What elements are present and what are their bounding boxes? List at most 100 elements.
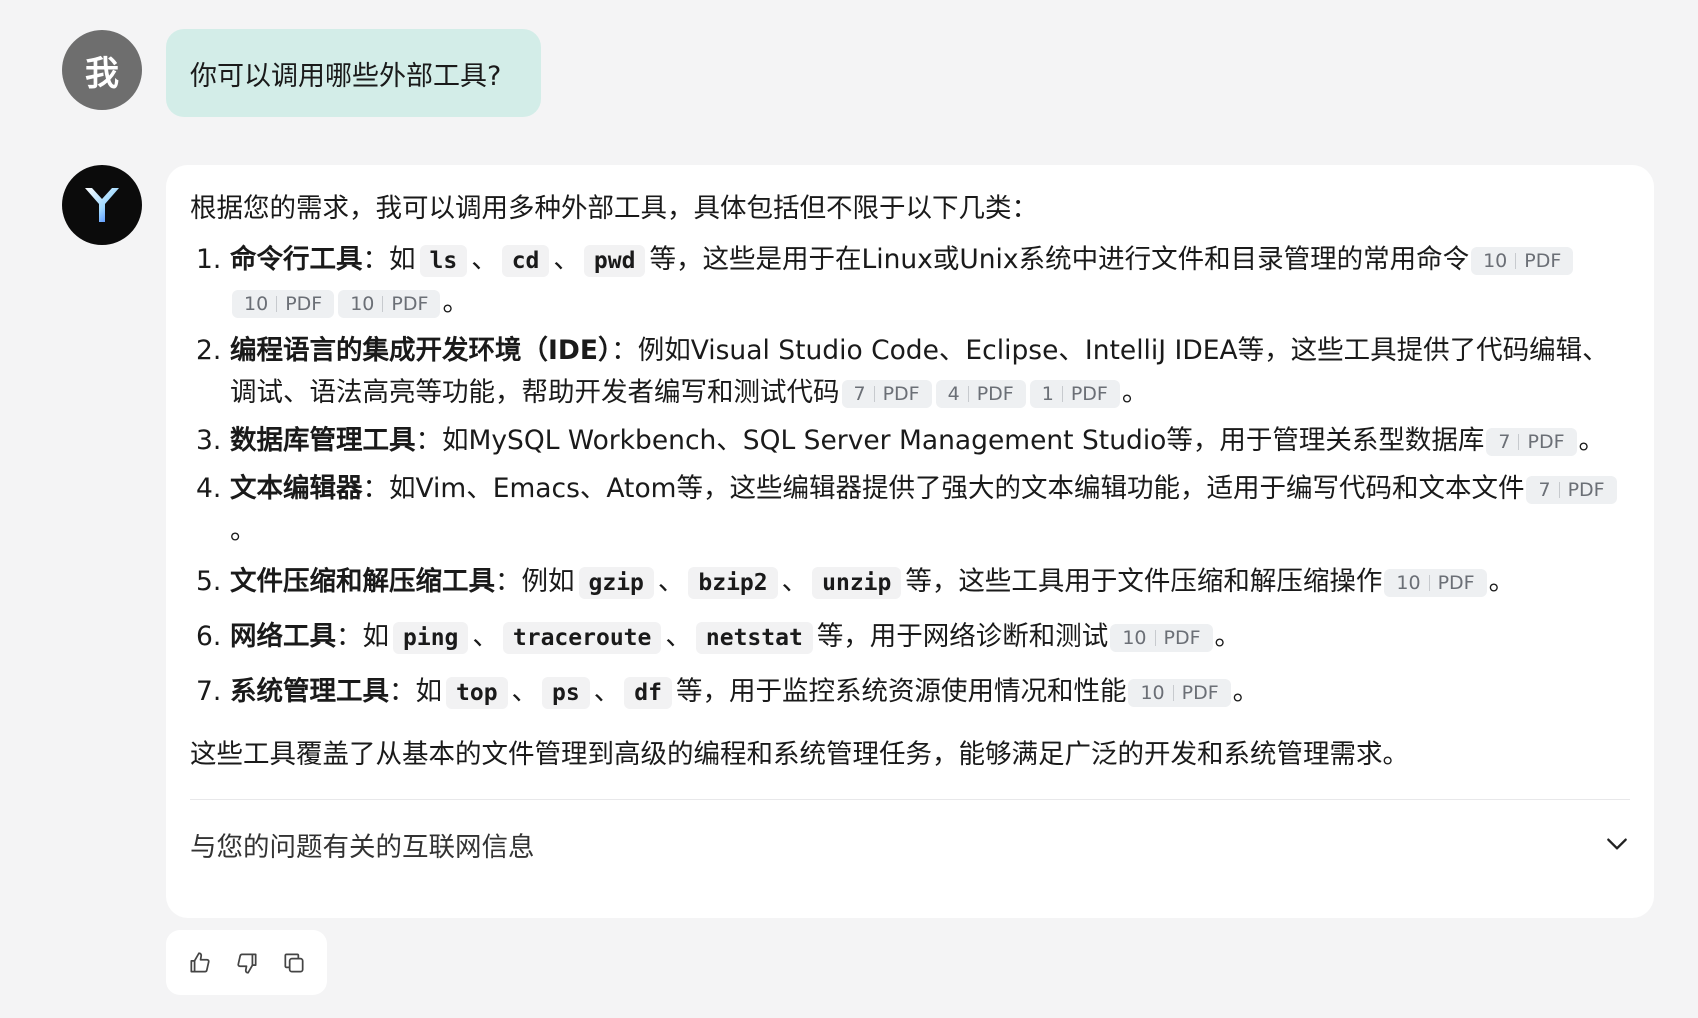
citation-divider [1061,385,1063,402]
citation-divider [1428,574,1430,591]
item-lead-text: ：如 [336,621,389,652]
separator: 、 [471,244,498,275]
item-lead-text: ：例如 [495,566,575,597]
tool-list: 1. 命令行工具：如 ls、 cd、 pwd 等，这些是用于在Linux或Unix系统中进… [190,239,1630,717]
item-description: 等，用于网络诊断和测试 [816,621,1109,652]
user-message-bubble: 你可以调用哪些外部工具? [166,29,542,117]
citation-number: 10 [1140,681,1165,704]
citation-number: 7 [1538,478,1551,501]
separator: 、 [511,676,539,707]
like-button[interactable] [185,948,215,978]
command-code: traceroute [502,622,662,654]
answer-intro: 根据您的需求，我可以调用多种外部工具，具体包括但不限于以下几类： [190,193,1038,224]
tool-category-title: 命令行工具 [230,244,363,275]
y-logo-icon [85,188,119,222]
command-code: cd [501,245,550,277]
citation-type: PDF [285,292,323,315]
citation-divider [1515,252,1517,269]
copy-icon [283,952,304,973]
user-avatar: 我 [62,30,142,110]
citation-number: 10 [1396,571,1421,594]
dislike-button[interactable] [232,948,262,978]
tool-list-item: 5. 文件压缩和解压缩工具：例如 gzip、 bzip2、 unzip 等，这些工具用于文… [190,558,1630,607]
citation-divider [1518,433,1520,450]
citation-number: 10 [1483,249,1508,272]
citation-badge[interactable]: 10 PDF [1384,568,1487,597]
citation-number: 7 [1498,430,1511,453]
citation-badge[interactable]: 1 PDF [1029,379,1120,408]
tool-category-title: 文本编辑器 [230,473,363,504]
citation-badge[interactable]: 7 PDF [841,379,932,408]
answer-outro: 这些工具覆盖了从基本的文件管理到高级的编程和系统管理任务，能够满足广泛的开发和系… [190,739,1409,770]
list-number: 1. [196,244,222,275]
citation-type: PDF [882,382,920,405]
tool-list-item: 7. 系统管理工具：如 top、 ps、 df 等，用于监控系统资源使用情况和性能 10 PD… [190,668,1630,717]
list-number: 6. [196,621,222,652]
item-end-punct: 。 [1488,566,1516,597]
tool-category-title: 数据库管理工具 [230,425,416,456]
command-code: netstat [695,622,813,654]
citation-badge[interactable]: 7 PDF [1526,475,1617,504]
citation-divider [1558,481,1560,498]
assistant-avatar [62,165,142,245]
web-info-label: 与您的问题有关的互联网信息 [190,831,535,863]
citation-badge[interactable]: 10 PDF [338,289,441,318]
thumbs-up-icon [189,951,210,973]
citation-type: PDF [1070,382,1108,405]
item-description: ：如MySQL Workbench、SQL Server Management … [415,425,1485,456]
item-description: 等，这些是用于在Linux或Unix系统中进行文件和目录管理的常用命令 [649,244,1470,275]
citation-number: 10 [1122,626,1147,649]
citation-type: PDF [976,382,1014,405]
tool-category-title: 网络工具 [230,621,336,652]
list-number: 7. [196,676,222,707]
item-end-punct: 。 [230,515,257,546]
item-end-punct: 。 [1214,621,1242,652]
item-end-punct: 。 [1121,377,1149,408]
tool-category-title: 系统管理工具 [230,676,389,707]
citation-divider [276,295,278,312]
citation-badge[interactable]: 7 PDF [1486,427,1577,456]
citation-badge[interactable]: 10 PDF [1471,246,1574,275]
item-end-punct: 。 [1232,676,1260,707]
assistant-answer-card: 根据您的需求，我可以调用多种外部工具，具体包括但不限于以下几类： 1. 命令行工具… [166,165,1654,918]
chevron-down-icon[interactable] [1604,831,1630,857]
copy-button[interactable] [279,948,309,978]
item-end-punct: 。 [442,287,469,318]
tool-list-item: 6. 网络工具：如 ping、 traceroute、 netstat 等，用于网络诊断和… [190,613,1630,662]
separator: 、 [472,621,499,652]
citation-number: 10 [350,292,375,315]
separator: 、 [657,566,685,597]
citation-type: PDF [1437,571,1475,594]
item-description: 等，这些工具用于文件压缩和解压缩操作 [905,566,1383,597]
citation-divider [1172,684,1174,701]
separator: 、 [665,621,692,652]
tool-category-title: 文件压缩和解压缩工具 [230,566,495,597]
citation-type: PDF [391,292,429,315]
tool-list-item: 4. 文本编辑器：如Vim、Emacs、Atom等，这些编辑器提供了强大的文本编辑… [190,468,1630,552]
item-description: ：如Vim、Emacs、Atom等，这些编辑器提供了强大的文本编辑功能，适用于编… [362,473,1525,504]
citation-type: PDF [1163,626,1201,649]
citation-divider [382,295,384,312]
item-description: 等，用于监控系统资源使用情况和性能 [675,676,1127,707]
tool-category-title: 编程语言的集成开发环境（IDE） [230,335,612,366]
web-info-toggle[interactable]: 与您的问题有关的互联网信息 [190,800,1630,888]
item-end-punct: 。 [1578,425,1606,456]
separator: 、 [593,676,621,707]
list-number: 2. [196,335,222,366]
citation-badge[interactable]: 10 PDF [1128,678,1231,707]
command-code: unzip [812,567,902,599]
command-code: bzip2 [688,567,778,599]
user-avatar-text: 我 [85,53,119,94]
command-code: ping [393,622,469,654]
command-code: gzip [578,567,654,599]
citation-badge[interactable]: 10 PDF [232,289,335,318]
citation-badge[interactable]: 4 PDF [935,379,1026,408]
citation-type: PDF [1567,478,1605,501]
citation-divider [873,385,875,402]
citation-badge[interactable]: 10 PDF [1110,623,1213,652]
citation-number: 1 [1041,382,1054,405]
command-code: df [624,677,672,709]
item-lead-text: ：如 [362,244,416,275]
citation-divider [1154,629,1156,646]
command-code: top [446,677,508,709]
